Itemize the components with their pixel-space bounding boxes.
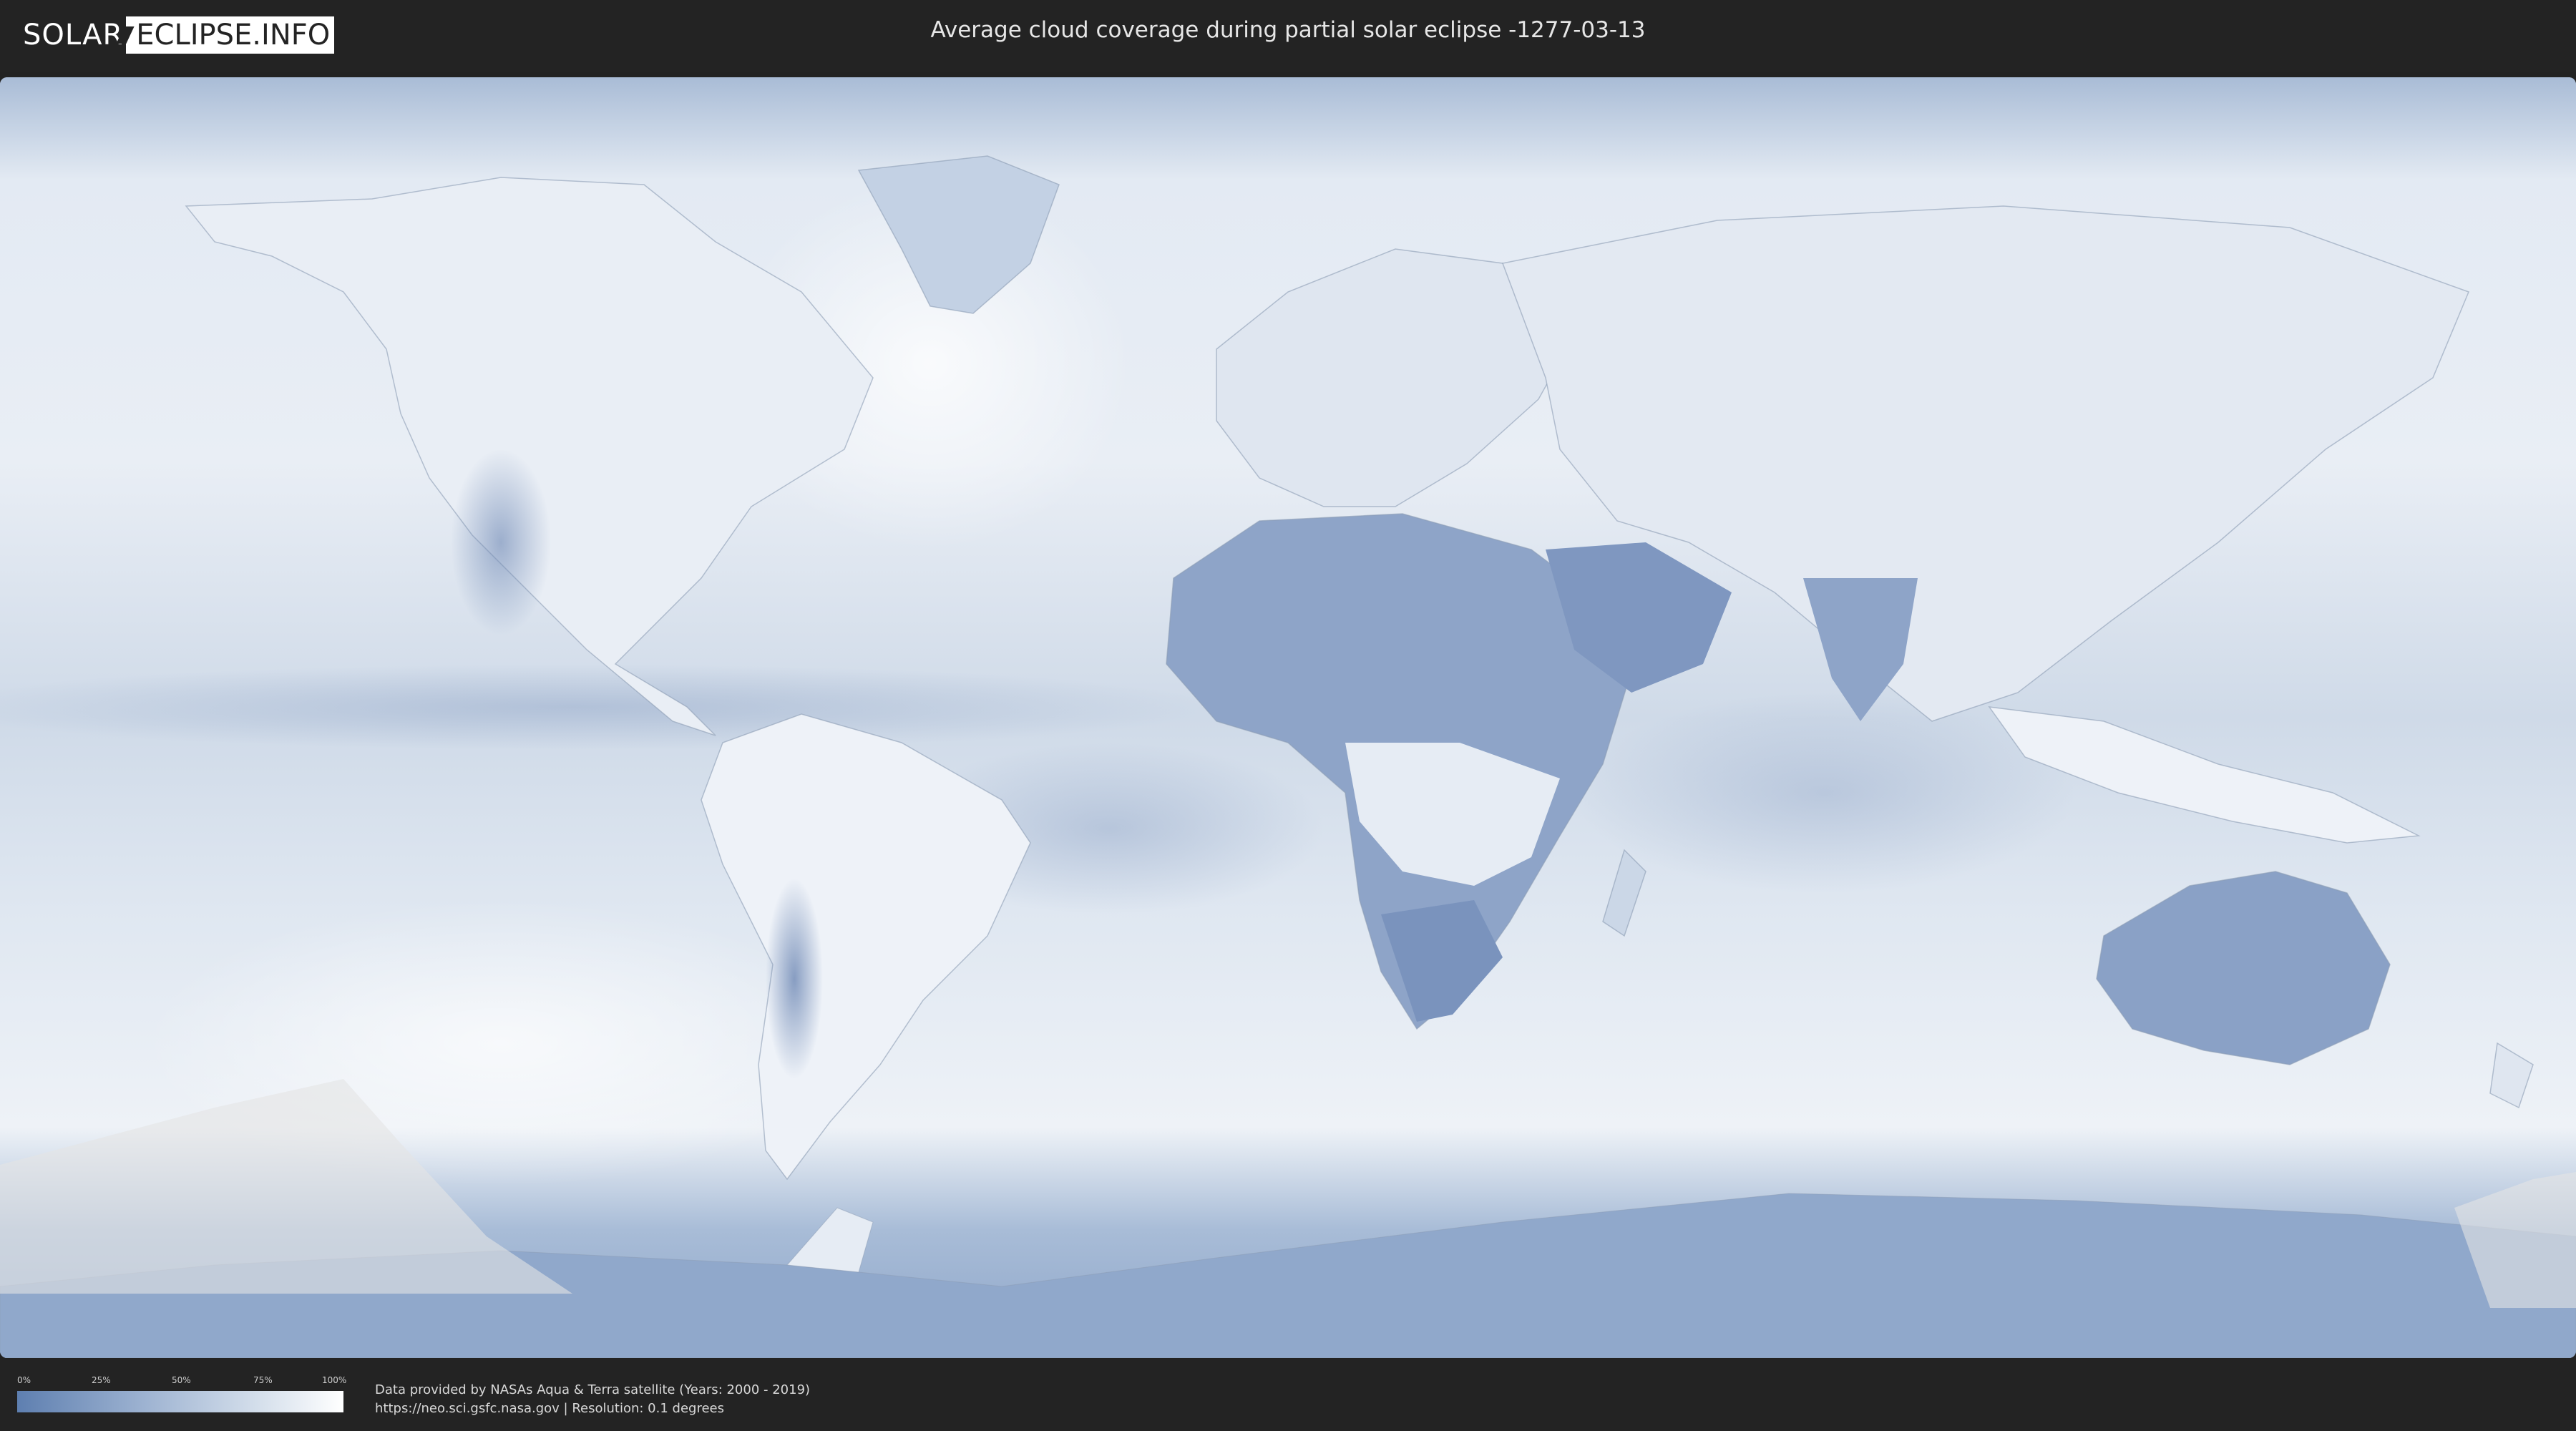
cloud-coverage-map[interactable]: [0, 77, 2576, 1358]
cloud-coverage-legend: 0% 25% 50% 75% 100%: [17, 1375, 347, 1418]
page: SOLAR ECLIPSE.INFO Average cloud coverag…: [0, 0, 2576, 1431]
credit-source: Data provided by NASAs Aqua & Terra sate…: [375, 1382, 811, 1397]
legend-tick-25: 25%: [92, 1375, 111, 1385]
world-map: [0, 77, 2576, 1358]
header-bar: SOLAR ECLIPSE.INFO Average cloud coverag…: [0, 0, 2576, 72]
credit-link-resolution[interactable]: https://neo.sci.gsfc.nasa.gov | Resoluti…: [375, 1400, 810, 1418]
legend-tick-0: 0%: [17, 1375, 31, 1385]
legend-tick-100: 100%: [322, 1375, 347, 1385]
mexico-clear-area: [451, 449, 551, 635]
atacama-clear-area: [766, 879, 823, 1079]
footer-bar: 0% 25% 50% 75% 100% Data provided by NAS…: [0, 1359, 2576, 1431]
legend-color-bar: [17, 1391, 343, 1412]
page-title: Average cloud coverage during partial so…: [930, 17, 1646, 43]
legend-tick-75: 75%: [253, 1375, 273, 1385]
legend-tick-50: 50%: [172, 1375, 191, 1385]
data-credits: Data provided by NASAs Aqua & Terra sate…: [375, 1381, 810, 1418]
